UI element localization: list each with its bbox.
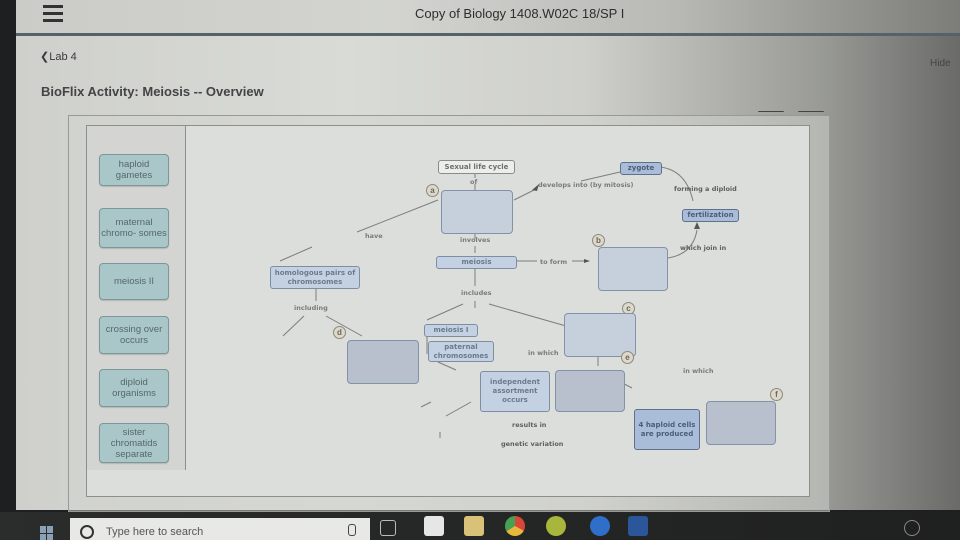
- hamburger-menu-icon[interactable]: [43, 5, 63, 22]
- chrome-icon[interactable]: [505, 516, 525, 536]
- target-badge-f: f: [770, 388, 783, 401]
- concept-map-activity: haploid gametes maternal chromo- somes m…: [86, 125, 810, 497]
- store-icon[interactable]: [424, 516, 444, 536]
- node-independent-assortment: independent assortment occurs: [480, 371, 550, 412]
- word-chip[interactable]: sister chromatids separate: [99, 423, 169, 463]
- node-sexual-life-cycle: Sexual life cycle: [438, 160, 515, 174]
- connector: [420, 401, 432, 408]
- node-homologous-pairs: homologous pairs of chromosomes: [270, 266, 360, 289]
- drop-target-d[interactable]: [347, 340, 419, 384]
- word-chip[interactable]: haploid gametes: [99, 154, 169, 186]
- target-badge-d: d: [333, 326, 346, 339]
- word-chip[interactable]: diploid organisms: [99, 369, 169, 407]
- drop-target-e[interactable]: [555, 370, 625, 412]
- link-in-which-2: in which: [683, 367, 714, 375]
- connector: [488, 303, 567, 327]
- word-icon[interactable]: [628, 516, 648, 536]
- course-title: Copy of Biology 1408.W02C 18/SP I: [415, 6, 625, 21]
- link-to-form: to form: [540, 258, 568, 266]
- word-chip[interactable]: maternal chromo- somes: [99, 208, 169, 248]
- link-develops-into: develops into (by mitosis): [538, 181, 634, 189]
- word-chip[interactable]: meiosis II: [99, 263, 169, 300]
- drop-target-b[interactable]: [598, 247, 668, 291]
- word-chip[interactable]: crossing over occurs: [99, 316, 169, 354]
- node-zygote: zygote: [620, 162, 662, 175]
- drop-target-f[interactable]: [706, 401, 776, 445]
- target-badge-a: a: [426, 184, 439, 197]
- arrowhead: [694, 222, 700, 229]
- link-of: of: [470, 178, 478, 186]
- link-in-which: in which: [528, 349, 559, 357]
- search-placeholder: Type here to search: [106, 526, 204, 538]
- taskbar-search-input[interactable]: Type here to search: [70, 518, 370, 540]
- connector: [282, 315, 305, 337]
- node-paternal-chromosomes: paternal chromosomes: [428, 341, 494, 362]
- link-have: have: [365, 232, 383, 240]
- node-genetic-variation: genetic variation: [501, 440, 564, 448]
- edge-icon[interactable]: [590, 516, 610, 536]
- node-4-haploid-cells: 4 haploid cells are produced: [634, 409, 700, 450]
- connector: [279, 246, 313, 262]
- microphone-icon[interactable]: [348, 524, 356, 536]
- link-results-in: results in: [512, 421, 547, 429]
- people-icon[interactable]: [904, 520, 920, 536]
- toolbar-dash-2[interactable]: [798, 110, 824, 112]
- node-meiosis: meiosis: [436, 256, 517, 269]
- connector: [659, 166, 694, 202]
- link-including: including: [294, 304, 328, 312]
- webroot-icon[interactable]: [546, 516, 566, 536]
- hide-button[interactable]: Hide: [930, 58, 951, 69]
- connector: [356, 199, 439, 233]
- chevron-left-icon: ❮: [40, 51, 50, 63]
- cortana-icon: [80, 525, 94, 539]
- node-meiosis-1: meiosis I: [424, 324, 478, 337]
- top-bar: Copy of Biology 1408.W02C 18/SP I: [16, 0, 960, 36]
- connector: [580, 171, 621, 182]
- toolbar-dash-1[interactable]: [758, 110, 784, 112]
- concept-map: Sexual life cycle of a develops into (by…: [186, 126, 808, 471]
- link-which-join-in: which join in: [680, 244, 727, 252]
- word-bank: haploid gametes maternal chromo- somes m…: [87, 126, 186, 470]
- drop-target-a[interactable]: [441, 190, 513, 234]
- connector: [445, 401, 472, 417]
- task-view-icon[interactable]: [380, 520, 396, 536]
- link-involves: involves: [460, 236, 491, 244]
- back-label: Lab 4: [49, 51, 77, 63]
- connector: [513, 188, 537, 201]
- page-title: BioFlix Activity: Meiosis -- Overview: [41, 84, 264, 99]
- connector: [426, 303, 464, 321]
- file-explorer-icon[interactable]: [464, 516, 484, 536]
- windows-start-icon[interactable]: [40, 526, 54, 540]
- target-badge-e: e: [621, 351, 634, 364]
- back-to-lab-link[interactable]: ❮Lab 4: [40, 50, 77, 63]
- arrowhead: [584, 259, 590, 263]
- link-includes: includes: [461, 289, 492, 297]
- connector: [437, 361, 457, 371]
- link-forming-diploid: forming a diploid: [674, 185, 737, 193]
- node-fertilization: fertilization: [682, 209, 739, 222]
- target-badge-b: b: [592, 234, 605, 247]
